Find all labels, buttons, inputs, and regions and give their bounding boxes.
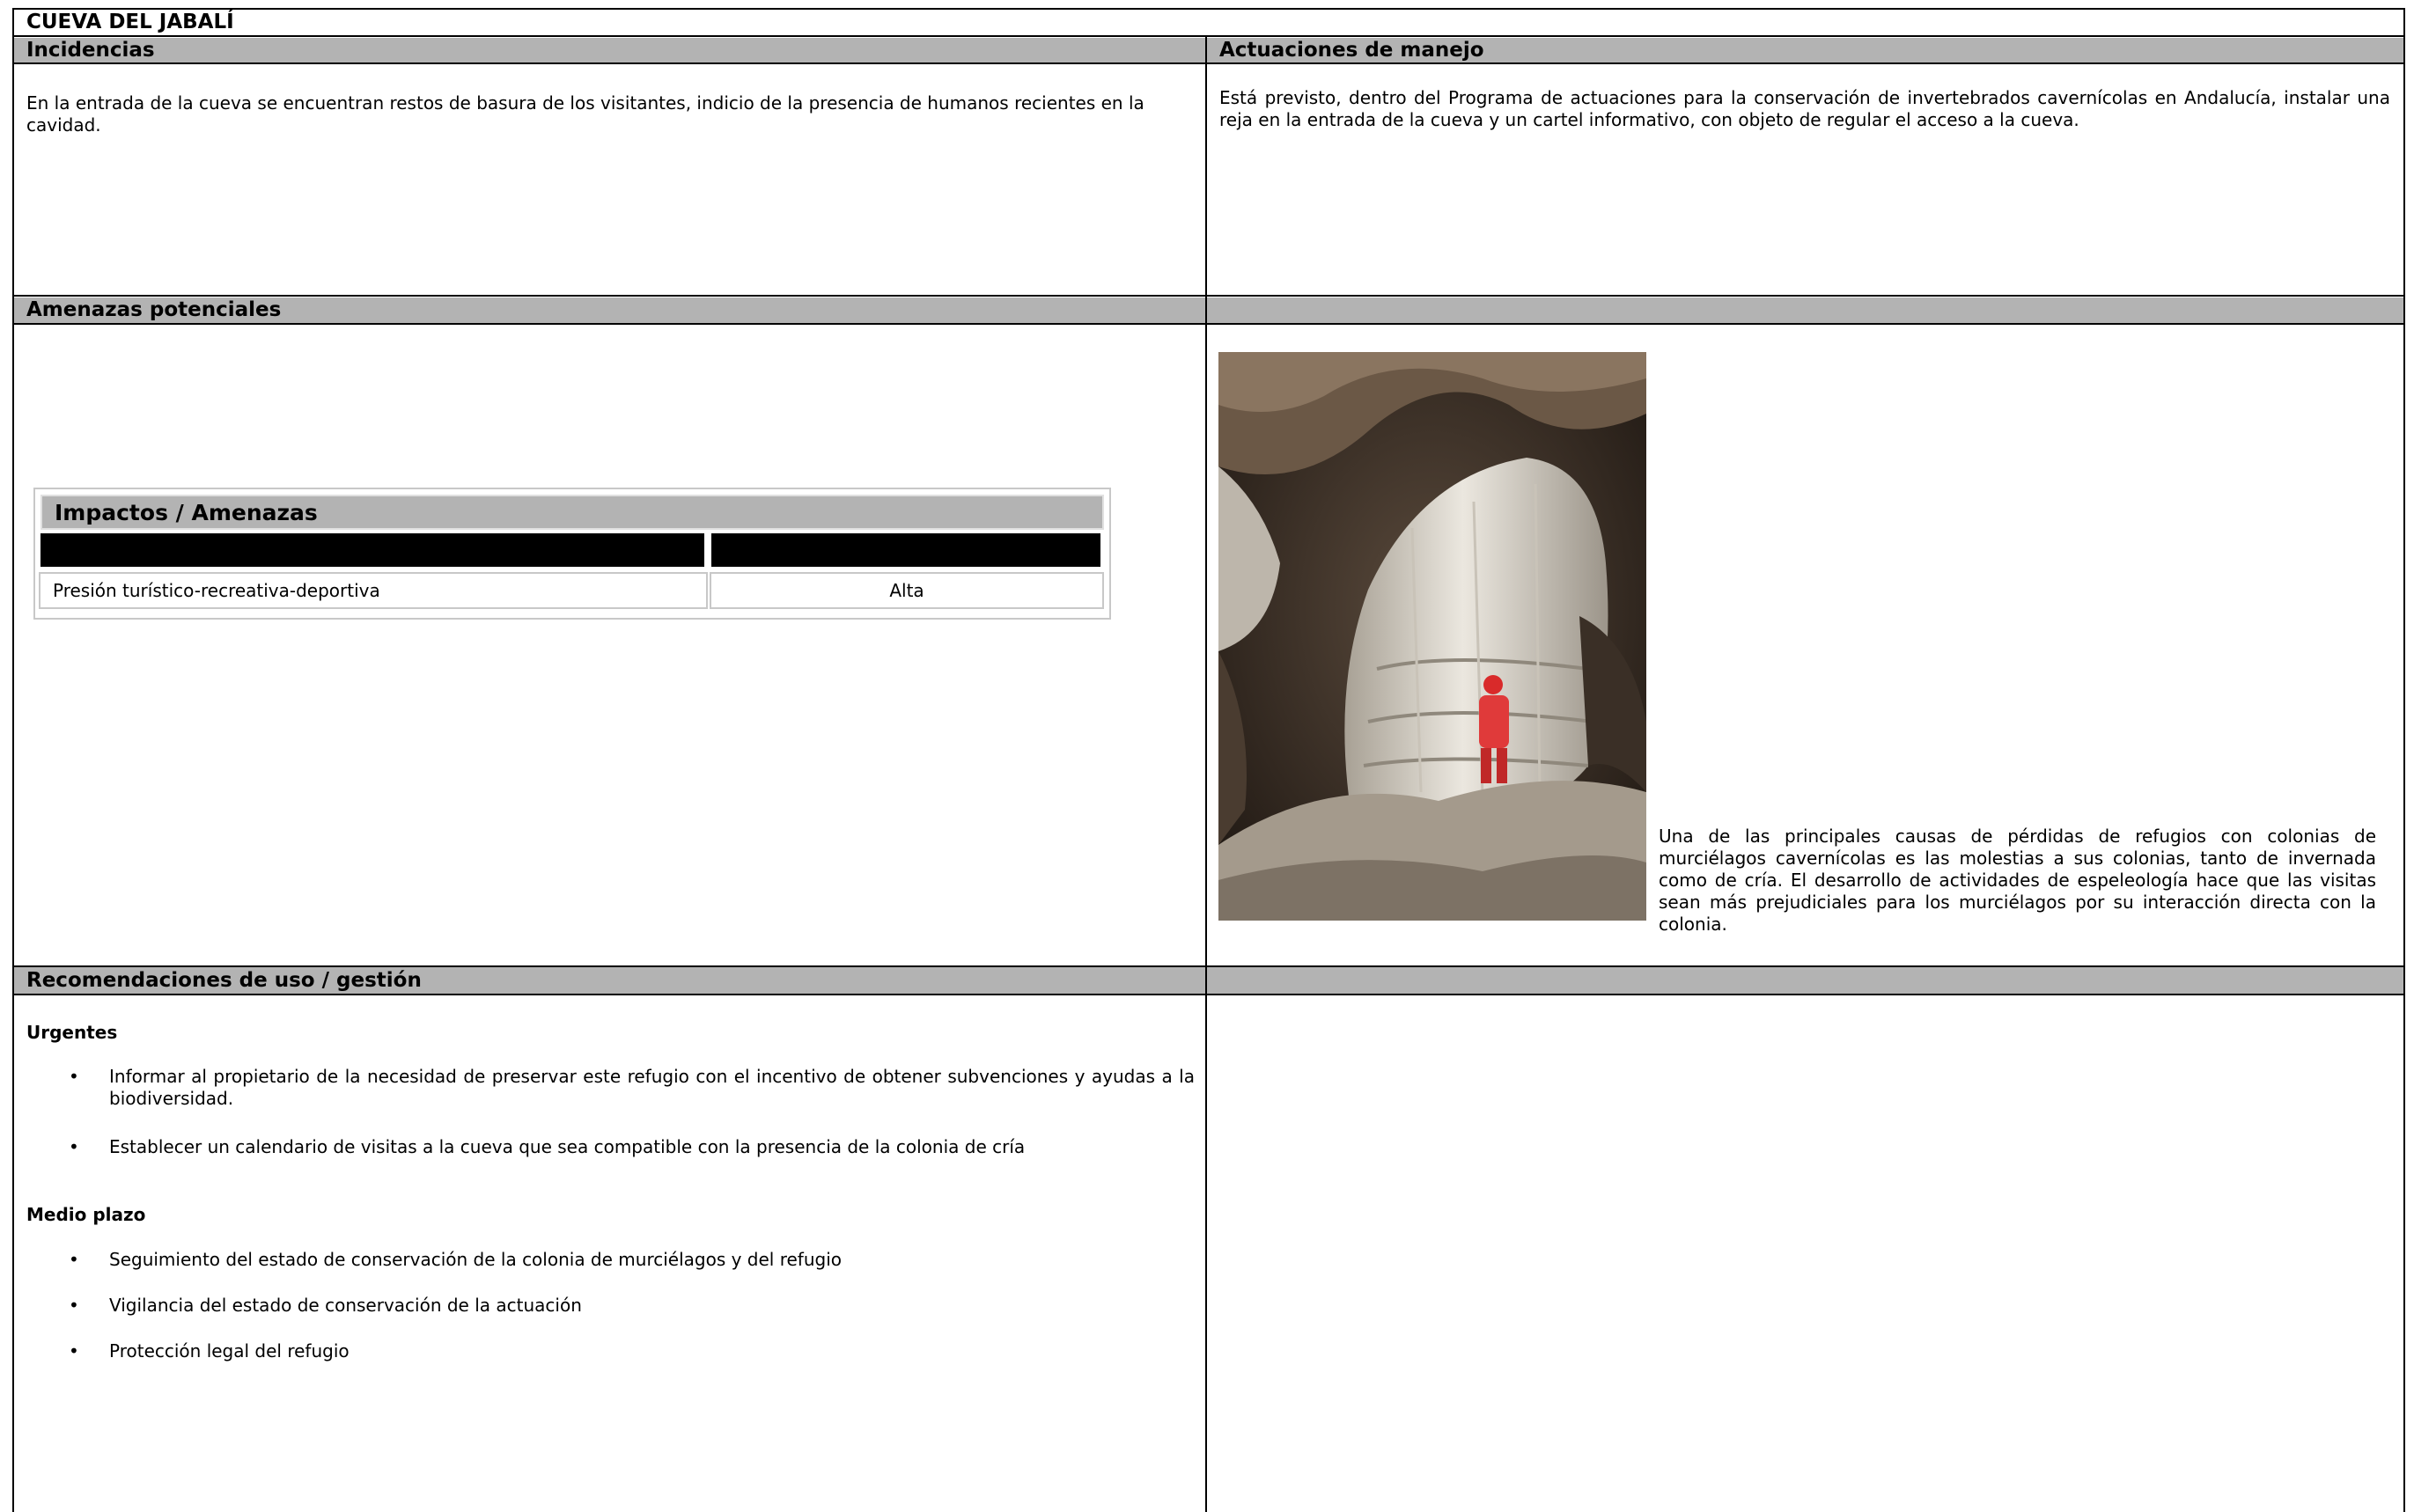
rule-recomendaciones-head <box>12 994 2405 995</box>
impacts-table-title: Impactos / Amenazas <box>55 500 318 525</box>
medio-plazo-item-text: Seguimiento del estado de conservación d… <box>109 1249 843 1270</box>
rule-top <box>12 8 2405 10</box>
amenazas-heading: Amenazas potenciales <box>26 298 282 321</box>
incidencias-text: En la entrada de la cueva se encuentran … <box>26 92 1144 136</box>
bullet-icon: • <box>69 1295 79 1316</box>
rule-right <box>2403 8 2405 1512</box>
recomendaciones-heading: Recomendaciones de uso / gestión <box>26 969 422 992</box>
document-sheet: CUEVA DEL JABALÍ Incidencias Actuaciones… <box>0 0 2414 1512</box>
medio-plazo-item-text: Protección legal del refugio <box>109 1340 350 1362</box>
bullet-icon: • <box>69 1136 79 1157</box>
medio-plazo-item-3: • Protección legal del refugio <box>69 1340 1195 1362</box>
medio-plazo-item-1: • Seguimiento del estado de conservación… <box>69 1249 1195 1271</box>
bullet-icon: • <box>69 1340 79 1362</box>
incidencias-heading: Incidencias <box>26 39 155 62</box>
urgentes-item-text: Informar al propietario de la necesidad … <box>109 1066 1195 1109</box>
amenazas-header-band <box>14 297 2403 323</box>
impacts-header-cell-level <box>711 533 1100 567</box>
rule-left <box>12 8 14 1512</box>
urgentes-item-2: • Establecer un calendario de visitas a … <box>69 1136 1195 1158</box>
actuaciones-heading: Actuaciones de manejo <box>1219 39 1484 62</box>
impacts-header-cell-impact <box>40 533 704 567</box>
impacts-row-impact: Presión turístico-recreativa-deportiva <box>39 572 708 609</box>
bullet-icon: • <box>69 1066 79 1087</box>
rule-amenazas-top <box>12 295 2405 297</box>
rule-amenazas-head <box>12 323 2405 325</box>
impact-level: Alta <box>889 580 924 601</box>
impact-name: Presión turístico-recreativa-deportiva <box>53 580 380 601</box>
urgentes-item-text: Establecer un calendario de visitas a la… <box>109 1136 1026 1157</box>
impacts-table: Impactos / Amenazas Presión turístico-re… <box>33 488 1111 620</box>
incidencias-header-band <box>14 38 2403 62</box>
rule-recomendaciones-top <box>12 965 2405 967</box>
medio-plazo-item-text: Vigilancia del estado de conservación de… <box>109 1295 582 1316</box>
medio-plazo-item-2: • Vigilancia del estado de conservación … <box>69 1295 1195 1317</box>
urgentes-item-1: • Informar al propietario de la necesida… <box>69 1066 1195 1110</box>
impacts-row-level: Alta <box>710 572 1104 609</box>
medio-plazo-label: Medio plazo <box>26 1204 146 1225</box>
urgentes-label: Urgentes <box>26 1022 118 1043</box>
actuaciones-text: Está previsto, dentro del Programa de ac… <box>1219 87 2390 130</box>
rule-incidencias-head <box>12 62 2405 64</box>
page-title: CUEVA DEL JABALÍ <box>26 11 234 33</box>
bullet-icon: • <box>69 1249 79 1270</box>
cave-stalagmite-photo <box>1218 352 1646 921</box>
photo-caption: Una de las principales causas de pérdida… <box>1659 826 2376 935</box>
rule-center <box>1205 35 1207 1512</box>
rule-title-bottom <box>12 35 2405 37</box>
impacts-table-title-bar: Impactos / Amenazas <box>40 495 1104 530</box>
